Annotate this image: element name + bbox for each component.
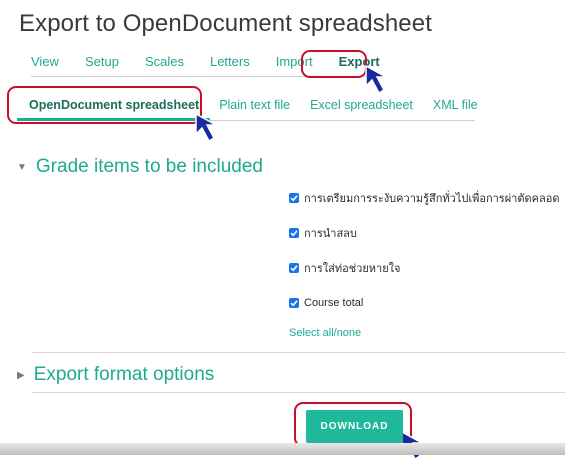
checkbox-label: Course total [304,296,364,309]
checkbox-label: การเตรียมการระงับความรู้สึกทั่วไปเพื่อกา… [304,192,560,205]
caret-down-icon: ▼ [17,161,27,173]
grade-items-section-header[interactable]: ▼ Grade items to be included [17,156,263,178]
tab-setup[interactable]: Setup [85,54,119,76]
checkmark-icon [290,194,298,201]
tab-scales[interactable]: Scales [145,54,184,76]
divider [32,352,565,353]
divider [32,392,565,393]
tab-plain-text-file[interactable]: Plain text file [219,98,290,120]
checkmark-icon [290,264,298,271]
list-item[interactable]: การใส่ท่อช่วยหายใจ [289,258,559,277]
list-item[interactable]: การเตรียมการระงับความรู้สึกทั่วไปเพื่อกา… [289,188,559,207]
section-title: Grade items to be included [35,156,263,177]
section-title: Export format options [33,364,215,385]
export-format-options-header[interactable]: ▶ Export format options [17,364,214,386]
list-item[interactable]: Course total [289,293,559,312]
tab-import[interactable]: Import [276,54,313,76]
checkmark-icon [290,299,298,306]
tab-excel-spreadsheet[interactable]: Excel spreadsheet [310,98,413,120]
tab-export[interactable]: Export [339,54,380,76]
checkbox-label: การนำสลบ [304,227,357,240]
tab-xml-file[interactable]: XML file [433,98,478,120]
select-all-none-link[interactable]: Select all/none [289,327,361,339]
list-item[interactable]: การนำสลบ [289,223,559,242]
caret-right-icon: ▶ [17,369,25,381]
checkbox[interactable] [289,262,299,273]
grade-items-list: การเตรียมการระงับความรู้สึกทั่วไปเพื่อกา… [289,188,559,328]
primary-tabs: View Setup Scales Letters Import Export [31,52,380,77]
window-bottom-edge [0,443,565,455]
checkbox[interactable] [289,227,299,238]
checkbox[interactable] [289,192,299,203]
page-title: Export to OpenDocument spreadsheet [19,10,432,37]
checkmark-icon [290,229,298,236]
download-button[interactable]: DOWNLOAD [306,410,403,443]
tab-letters[interactable]: Letters [210,54,250,76]
checkbox[interactable] [289,297,299,308]
tab-view[interactable]: View [31,54,59,76]
export-format-tabs: OpenDocument spreadsheet Plain text file… [16,94,478,121]
checkbox-label: การใส่ท่อช่วยหายใจ [304,262,401,275]
tab-opendocument-spreadsheet[interactable]: OpenDocument spreadsheet [16,98,211,121]
